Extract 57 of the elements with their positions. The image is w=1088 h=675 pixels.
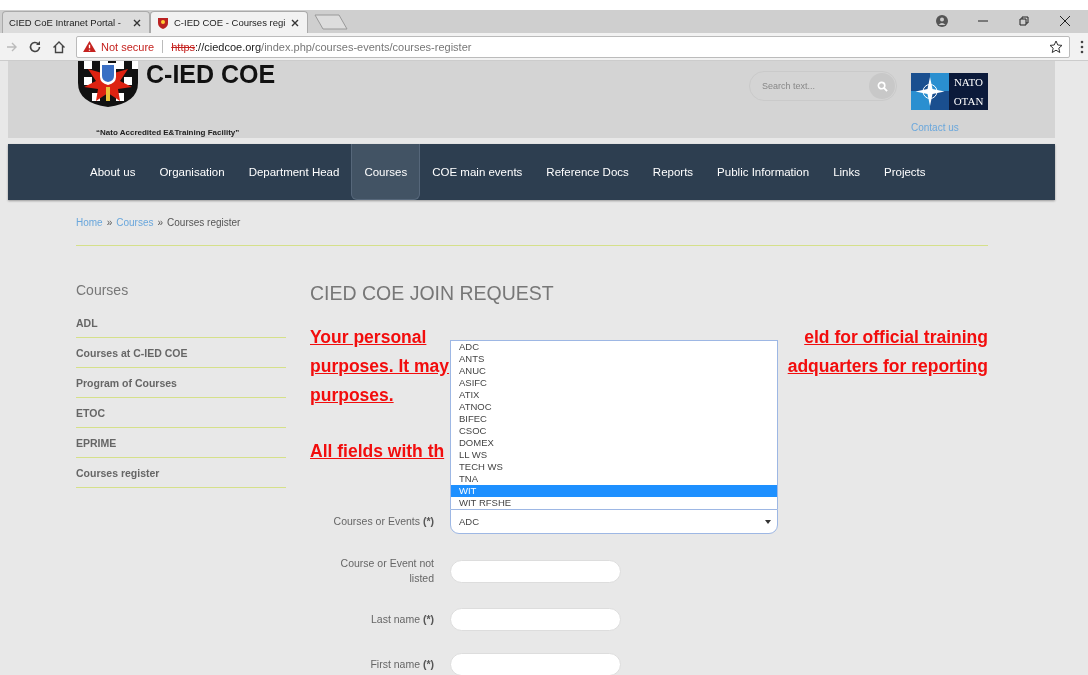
security-label: Not secure [101,40,155,53]
logo-text: NATO [953,76,984,89]
field-label: Courses or Events (*) [332,514,434,529]
dropdown-option[interactable]: BIFEC [451,413,777,425]
sidebar-link[interactable]: ETOC [76,407,286,428]
menu-item[interactable]: Reference Docs [534,144,641,200]
notice-text: Your personal [310,326,427,349]
menu-item[interactable]: Projects [872,144,938,200]
notice-text: purposes. It may [310,355,450,378]
field-label: First name (*) [369,657,434,672]
dropdown-option[interactable]: DOMEX [451,437,777,449]
breadcrumb-separator: » [157,217,164,228]
url-text: https://ciedcoe.org/index.php/courses-events/courses-register [171,40,472,53]
menu-item[interactable]: COE main events [420,144,535,200]
sidebar-link[interactable]: Courses register [76,467,286,488]
breadcrumb-current: Courses register [167,217,241,228]
dropdown-option[interactable]: ATIX [451,389,777,401]
dropdown-option[interactable]: CSOC [451,425,777,437]
notice-text: purposes. [310,384,394,407]
sidebar-link[interactable]: Courses at C-IED COE [76,347,286,368]
dropdown-option[interactable]: ADC [451,341,777,353]
breadcrumb-separator: » [106,217,113,228]
dropdown-option[interactable]: TNA [451,473,777,485]
menu-item[interactable]: Public Information [705,144,822,200]
tab-title: CIED CoE Intranet Portal - [9,17,122,28]
dropdown-option[interactable]: ATNOC [451,401,777,413]
menu-item[interactable]: About us [78,144,148,200]
required-note: All fields with th [310,441,445,462]
address-bar[interactable]: Not secure https://ciedcoe.org/index.php/courses-events/courses-register [76,35,1070,58]
logo-text: OTAN [953,94,984,107]
sidebar-link[interactable]: ADL [76,317,286,338]
dropdown-option[interactable]: WIT RFSHE [451,497,777,509]
tagline: “Nato Accredited E&Training Facility” [96,128,241,137]
menu-item[interactable]: Organisation [147,144,237,200]
search-field[interactable]: Search text... [749,71,897,101]
dropdown-option[interactable]: LL WS [451,449,777,461]
dropdown-option[interactable]: ASIFC [451,377,777,389]
notice-text: eld for official training [804,326,988,349]
menu-item[interactable]: Courses [351,144,421,200]
courses-select[interactable]: ADC [450,509,778,534]
browser-tab[interactable]: CIED CoE Intranet Portal - [2,11,150,33]
sidebar-link[interactable]: EPRIME [76,437,286,458]
menu-item[interactable]: Department Head [236,144,352,200]
browser-tab[interactable]: C-IED COE - Courses regi [150,11,308,33]
notice-text: adquarters for reporting [787,355,988,378]
menu-item[interactable]: Reports [640,144,706,200]
page-heading: CIED COE JOIN REQUEST [310,282,555,305]
tab-title: C-IED COE - Courses regi [174,17,286,28]
field-label: Course or Event not listed [339,556,434,586]
sidebar-title: Courses [76,282,130,298]
sidebar-link[interactable]: Program of Courses [76,377,286,398]
dropdown-option[interactable]: ANTS [451,353,777,365]
field-label: Last name (*) [369,612,434,627]
dropdown-option[interactable]: ANUC [451,365,777,377]
site-name: C-IED COE [146,61,276,87]
dropdown-option[interactable]: TECH WS [451,461,777,473]
menu-item[interactable]: Links [821,144,872,200]
